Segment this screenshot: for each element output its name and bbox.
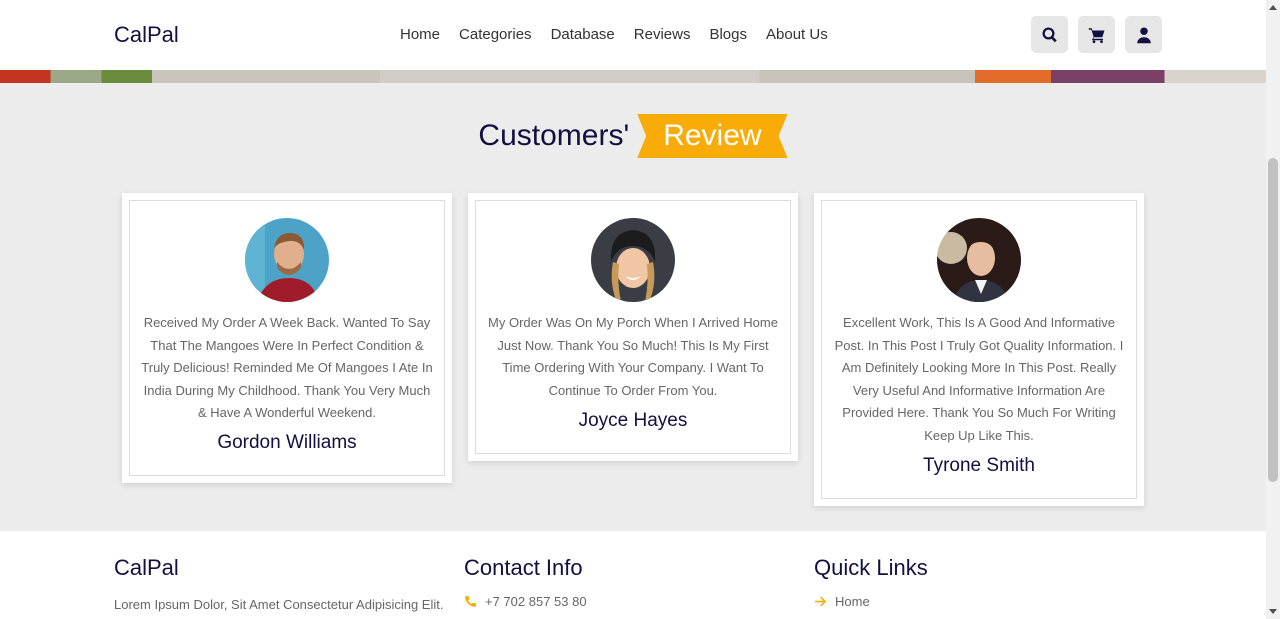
footer-brand: CalPal Lorem Ipsum Dolor, Sit Amet Conse… — [114, 555, 443, 612]
footer-quick-links: Quick Links Home — [814, 555, 928, 609]
footer-contact: Contact Info +7 702 857 53 80 — [464, 555, 587, 609]
main-nav: Home Categories Database Reviews Blogs A… — [400, 26, 847, 43]
footer-brand-title: CalPal — [114, 555, 179, 580]
section-title-main: Customers' — [478, 119, 630, 152]
page-scrollbar[interactable] — [1266, 0, 1280, 619]
reviewer-name: Tyrone Smith — [923, 455, 1035, 476]
footer-phone[interactable]: +7 702 857 53 80 — [464, 594, 587, 609]
review-text: Received My Order A Week Back. Wanted To… — [141, 315, 433, 420]
scroll-thumb[interactable] — [1268, 158, 1278, 482]
nav-categories[interactable]: Categories — [459, 26, 532, 43]
footer-phone-number: +7 702 857 53 80 — [485, 594, 587, 609]
review-text: Excellent Work, This Is A Good And Infor… — [834, 315, 1124, 443]
review-text: My Order Was On My Porch When I Arrived … — [488, 315, 778, 398]
section-heading: Customers' Review — [0, 114, 1266, 158]
avatar — [937, 218, 1021, 302]
reviewer-name: Gordon Williams — [217, 432, 357, 453]
section-title-highlight: Review — [637, 114, 788, 158]
site-header: CalPal Home Categories Database Reviews … — [0, 0, 1266, 70]
site-footer: CalPal Lorem Ipsum Dolor, Sit Amet Conse… — [0, 531, 1266, 619]
phone-icon — [465, 596, 476, 607]
nav-blogs[interactable]: Blogs — [709, 26, 747, 43]
scroll-down-arrow[interactable] — [1269, 609, 1277, 614]
review-card: Excellent Work, This Is A Good And Infor… — [814, 193, 1144, 506]
scroll-up-arrow[interactable] — [1269, 5, 1277, 10]
reviewer-name: Joyce Hayes — [578, 410, 688, 431]
avatar — [591, 218, 675, 302]
review-card-inner: Received My Order A Week Back. Wanted To… — [129, 200, 445, 476]
review-card-inner: Excellent Work, This Is A Good And Infor… — [821, 200, 1137, 499]
footer-brand-text: Lorem Ipsum Dolor, Sit Amet Consectetur … — [114, 597, 444, 612]
footer-link-home-label: Home — [835, 594, 870, 609]
avatar — [245, 218, 329, 302]
logo[interactable]: CalPal — [114, 22, 179, 48]
cart-icon — [1088, 27, 1104, 43]
nav-home[interactable]: Home — [400, 26, 440, 43]
hero-image-strip — [0, 70, 1266, 83]
review-card: Received My Order A Week Back. Wanted To… — [122, 193, 452, 483]
search-icon — [1042, 27, 1057, 42]
footer-link-home[interactable]: Home — [814, 594, 928, 609]
footer-links-title: Quick Links — [814, 555, 928, 580]
user-button[interactable] — [1125, 16, 1162, 53]
footer-contact-title: Contact Info — [464, 555, 583, 580]
nav-reviews[interactable]: Reviews — [634, 26, 691, 43]
search-button[interactable] — [1031, 16, 1068, 53]
nav-about-us[interactable]: About Us — [766, 26, 828, 43]
review-card-inner: My Order Was On My Porch When I Arrived … — [475, 200, 791, 454]
arrow-right-icon — [815, 596, 827, 607]
cart-button[interactable] — [1078, 16, 1115, 53]
review-card: My Order Was On My Porch When I Arrived … — [468, 193, 798, 461]
nav-database[interactable]: Database — [551, 26, 615, 43]
user-icon — [1136, 27, 1151, 43]
header-icons — [1031, 16, 1162, 53]
